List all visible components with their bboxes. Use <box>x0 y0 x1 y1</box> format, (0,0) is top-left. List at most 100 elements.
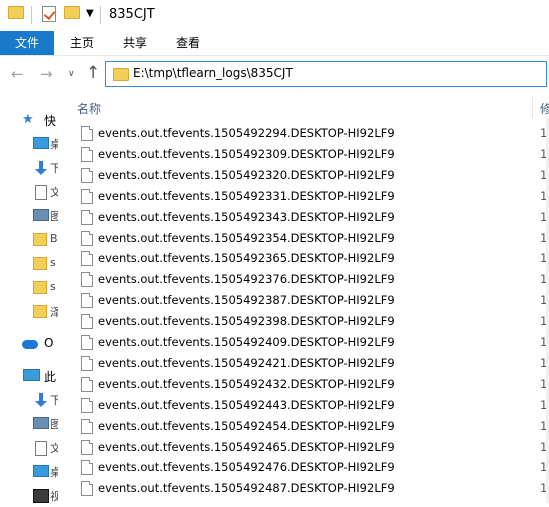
file-row[interactable]: events.out.tfevents.1505492432.DESKTOP-H… <box>58 374 549 395</box>
desktop-icon <box>33 137 49 149</box>
nav-item[interactable]: 文 <box>0 436 58 460</box>
nav-item[interactable]: s <box>0 252 58 276</box>
file-icon <box>81 293 93 309</box>
nav-label: 泽 <box>50 306 58 319</box>
tab-home[interactable]: 主页 <box>58 31 106 55</box>
nav-label: 下 <box>50 162 58 175</box>
file-name: events.out.tfevents.1505492387.DESKTOP-H… <box>98 293 395 308</box>
nav-label: 快 <box>44 114 57 128</box>
tab-share[interactable]: 共享 <box>111 31 159 55</box>
up-arrow-icon[interactable]: ↑ <box>86 63 100 83</box>
file-icon <box>81 251 93 267</box>
nav-item[interactable]: 泽 <box>0 300 58 324</box>
documents-icon <box>35 441 47 456</box>
toolbar-divider <box>100 6 101 24</box>
nav-this-pc[interactable]: 此 <box>0 364 58 388</box>
file-row[interactable]: events.out.tfevents.1505492294.DESKTOP-H… <box>58 123 549 144</box>
file-row[interactable]: events.out.tfevents.1505492354.DESKTOP-H… <box>58 228 549 249</box>
column-name-header[interactable]: 名称 <box>77 100 101 117</box>
nav-label: s <box>50 280 56 293</box>
pictures-icon <box>33 209 49 221</box>
file-row[interactable]: events.out.tfevents.1505492465.DESKTOP-H… <box>58 437 549 458</box>
file-icon <box>81 314 93 330</box>
file-name: events.out.tfevents.1505492487.DESKTOP-H… <box>98 481 395 496</box>
tab-file[interactable]: 文件 <box>0 31 54 55</box>
file-icon <box>81 439 93 455</box>
nav-label: 桌 <box>50 466 58 479</box>
file-row[interactable]: events.out.tfevents.1505492454.DESKTOP-H… <box>58 416 549 437</box>
address-path[interactable]: E:\tmp\tflearn_logs\835CJT <box>133 66 293 80</box>
nav-label: 图 <box>50 418 58 431</box>
file-icon <box>81 460 93 476</box>
nav-label: 下 <box>50 394 58 407</box>
nav-item[interactable]: 图 <box>0 204 58 228</box>
file-name: events.out.tfevents.1505492398.DESKTOP-H… <box>98 314 395 329</box>
file-row[interactable]: events.out.tfevents.1505492387.DESKTOP-H… <box>58 290 549 311</box>
nav-item[interactable]: 视 <box>0 484 58 507</box>
nav-label: O <box>44 336 54 350</box>
file-row[interactable]: events.out.tfevents.1505492376.DESKTOP-H… <box>58 269 549 290</box>
nav-item[interactable]: 桌 <box>0 460 58 484</box>
file-row[interactable]: events.out.tfevents.1505492476.DESKTOP-H… <box>58 457 549 478</box>
file-icon <box>81 397 93 413</box>
nav-item[interactable]: 文 <box>0 180 58 204</box>
documents-icon <box>35 185 47 200</box>
file-row[interactable]: events.out.tfevents.1505492320.DESKTOP-H… <box>58 165 549 186</box>
folder-icon <box>8 6 24 19</box>
cloud-icon <box>22 340 38 349</box>
folder-icon <box>33 233 47 246</box>
folder-icon <box>33 281 47 294</box>
star-icon: ★ <box>22 112 34 127</box>
address-bar[interactable]: E:\tmp\tflearn_logs\835CJT <box>105 61 547 87</box>
nav-item[interactable]: 下 <box>0 388 58 412</box>
nav-label: B <box>50 232 58 245</box>
file-row[interactable]: events.out.tfevents.1505492421.DESKTOP-H… <box>58 353 549 374</box>
file-row[interactable]: events.out.tfevents.1505492398.DESKTOP-H… <box>58 311 549 332</box>
nav-label: 视 <box>50 490 58 503</box>
recent-locations-chevron-icon[interactable]: ∨ <box>68 69 75 79</box>
column-resize-handle[interactable] <box>532 96 533 118</box>
column-modified-header[interactable]: 修 <box>540 100 549 117</box>
desktop-icon <box>33 465 49 477</box>
folder-icon <box>113 68 129 81</box>
nav-item[interactable]: 图 <box>0 412 58 436</box>
pictures-icon <box>33 417 49 429</box>
file-row[interactable]: events.out.tfevents.1505492443.DESKTOP-H… <box>58 395 549 416</box>
nav-item[interactable]: s <box>0 276 58 300</box>
file-icon <box>81 355 93 371</box>
nav-label: s <box>50 256 56 269</box>
properties-icon[interactable] <box>42 6 56 22</box>
forward-arrow-icon[interactable]: → <box>40 65 53 83</box>
back-arrow-icon[interactable]: ← <box>11 65 24 83</box>
new-folder-icon[interactable] <box>64 6 80 19</box>
file-name: events.out.tfevents.1505492409.DESKTOP-H… <box>98 335 395 349</box>
file-icon <box>81 126 93 141</box>
nav-label: 桌 <box>50 138 58 151</box>
toolbar-divider <box>31 6 32 24</box>
title-bar: ▼ 835CJT <box>0 0 549 31</box>
ribbon: 文件 主页 共享 查看 <box>0 31 549 56</box>
file-row[interactable]: events.out.tfevents.1505492331.DESKTOP-H… <box>58 186 549 207</box>
customize-toolbar-chevron-icon[interactable]: ▼ <box>86 8 94 19</box>
downloads-icon <box>35 393 49 407</box>
file-name: events.out.tfevents.1505492465.DESKTOP-H… <box>98 439 395 454</box>
nav-item[interactable]: B <box>0 228 58 252</box>
file-name: events.out.tfevents.1505492421.DESKTOP-H… <box>98 355 395 370</box>
file-name: events.out.tfevents.1505492454.DESKTOP-H… <box>98 418 395 433</box>
column-header: 名称 修 <box>58 94 549 118</box>
file-name: events.out.tfevents.1505492476.DESKTOP-H… <box>98 460 395 475</box>
file-row[interactable]: events.out.tfevents.1505492365.DESKTOP-H… <box>58 248 549 269</box>
file-row[interactable]: events.out.tfevents.1505492409.DESKTOP-H… <box>58 332 549 353</box>
nav-label: 图 <box>50 210 58 223</box>
file-row[interactable]: events.out.tfevents.1505492309.DESKTOP-H… <box>58 144 549 165</box>
file-name: events.out.tfevents.1505492343.DESKTOP-H… <box>98 209 395 224</box>
nav-item[interactable]: 下 <box>0 156 58 180</box>
file-row[interactable]: events.out.tfevents.1505492343.DESKTOP-H… <box>58 207 549 228</box>
tab-view[interactable]: 查看 <box>164 31 212 55</box>
nav-item[interactable]: 桌 <box>0 132 58 156</box>
file-name: events.out.tfevents.1505492354.DESKTOP-H… <box>98 230 395 245</box>
file-row[interactable]: events.out.tfevents.1505492487.DESKTOP-H… <box>58 478 549 499</box>
navigation-bar: ← → ∨ ↑ E:\tmp\tflearn_logs\835CJT <box>0 56 549 92</box>
nav-quick-access[interactable]: ★ 快 <box>0 108 58 132</box>
nav-onedrive[interactable]: O <box>0 332 58 356</box>
